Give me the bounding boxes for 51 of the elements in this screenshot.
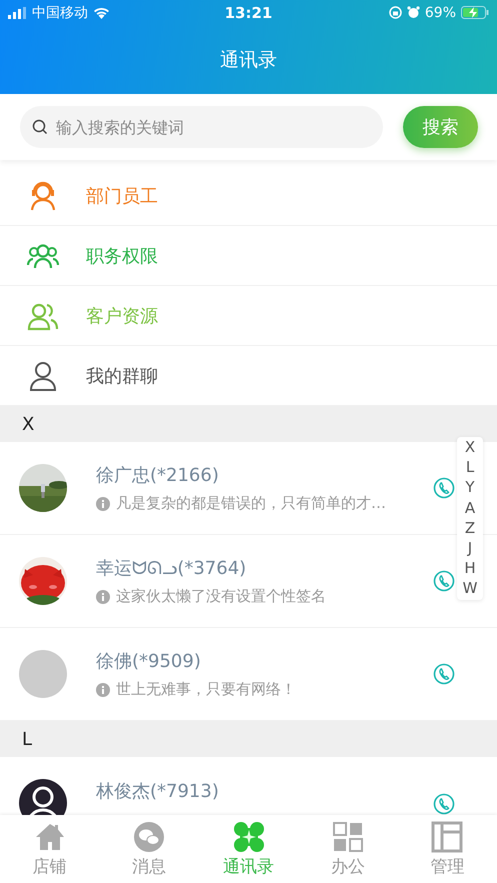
menu-label: 职务权限 [86, 244, 158, 268]
info-icon [96, 682, 110, 696]
person-icon [27, 360, 59, 392]
menu-label: 部门员工 [86, 184, 158, 208]
menu-item[interactable]: 客户资源 [0, 286, 497, 346]
index-letter[interactable]: H [464, 558, 476, 578]
tab[interactable]: 办公 [298, 815, 398, 883]
wifi-icon [93, 6, 110, 18]
battery-icon [461, 6, 489, 19]
contact-signature: 这家伙太懒了没有设置个性签名 [116, 587, 326, 606]
layout-icon [431, 820, 464, 852]
contact-name: 徐佛(*9509) [96, 650, 202, 673]
index-letter[interactable]: J [468, 538, 472, 558]
menu-item[interactable]: 职务权限 [0, 226, 497, 286]
alarm-icon [406, 6, 420, 19]
index-letter[interactable]: A [464, 498, 476, 518]
menu-label: 客户资源 [86, 304, 158, 328]
signal-icon [8, 6, 27, 18]
contact-name: 幸运ᗢᘏᓗ(*3764) [96, 557, 248, 580]
battery-percent: 69% [424, 4, 456, 20]
phone-icon[interactable] [433, 793, 455, 815]
tab[interactable]: 通讯录 [198, 815, 298, 883]
tab[interactable]: 店铺 [0, 815, 100, 883]
phone-icon[interactable] [433, 570, 455, 592]
index-letter[interactable]: Y [465, 477, 475, 498]
tab[interactable]: 管理 [398, 815, 497, 883]
section-header: X [0, 406, 497, 442]
info-icon [96, 496, 110, 510]
menu-label: 我的群聊 [86, 364, 158, 388]
phone-icon[interactable] [433, 663, 455, 685]
contact-signature: 世上无难事，只要有网络！ [116, 680, 296, 699]
contact-name: 徐广忠(*2166) [96, 464, 220, 487]
index-letter[interactable]: L [466, 457, 474, 478]
page-title: 通讯录 [219, 48, 278, 72]
menu-item[interactable]: 部门员工 [0, 166, 497, 226]
search-button[interactable]: 搜索 [403, 106, 478, 148]
search-icon [32, 119, 48, 135]
contact-signature: 凡是复杂的都是错误的，只有简单的才… [116, 494, 386, 513]
index-letter[interactable]: W [462, 578, 478, 599]
contact-name: 林俊杰(*7913) [96, 780, 220, 803]
grid-icon [332, 820, 364, 852]
info-icon [96, 590, 110, 604]
contacts-icon [232, 820, 265, 852]
carrier-name: 中国移动 [32, 4, 88, 22]
rotation-lock-icon [388, 6, 402, 19]
tab[interactable]: 消息 [99, 815, 199, 883]
phone-icon[interactable] [433, 477, 455, 499]
search-field[interactable]: 输入搜索的关键词 [20, 106, 383, 148]
chat-icon [133, 820, 166, 852]
status-time: 13:21 [224, 4, 272, 22]
section-header: L [0, 721, 497, 757]
